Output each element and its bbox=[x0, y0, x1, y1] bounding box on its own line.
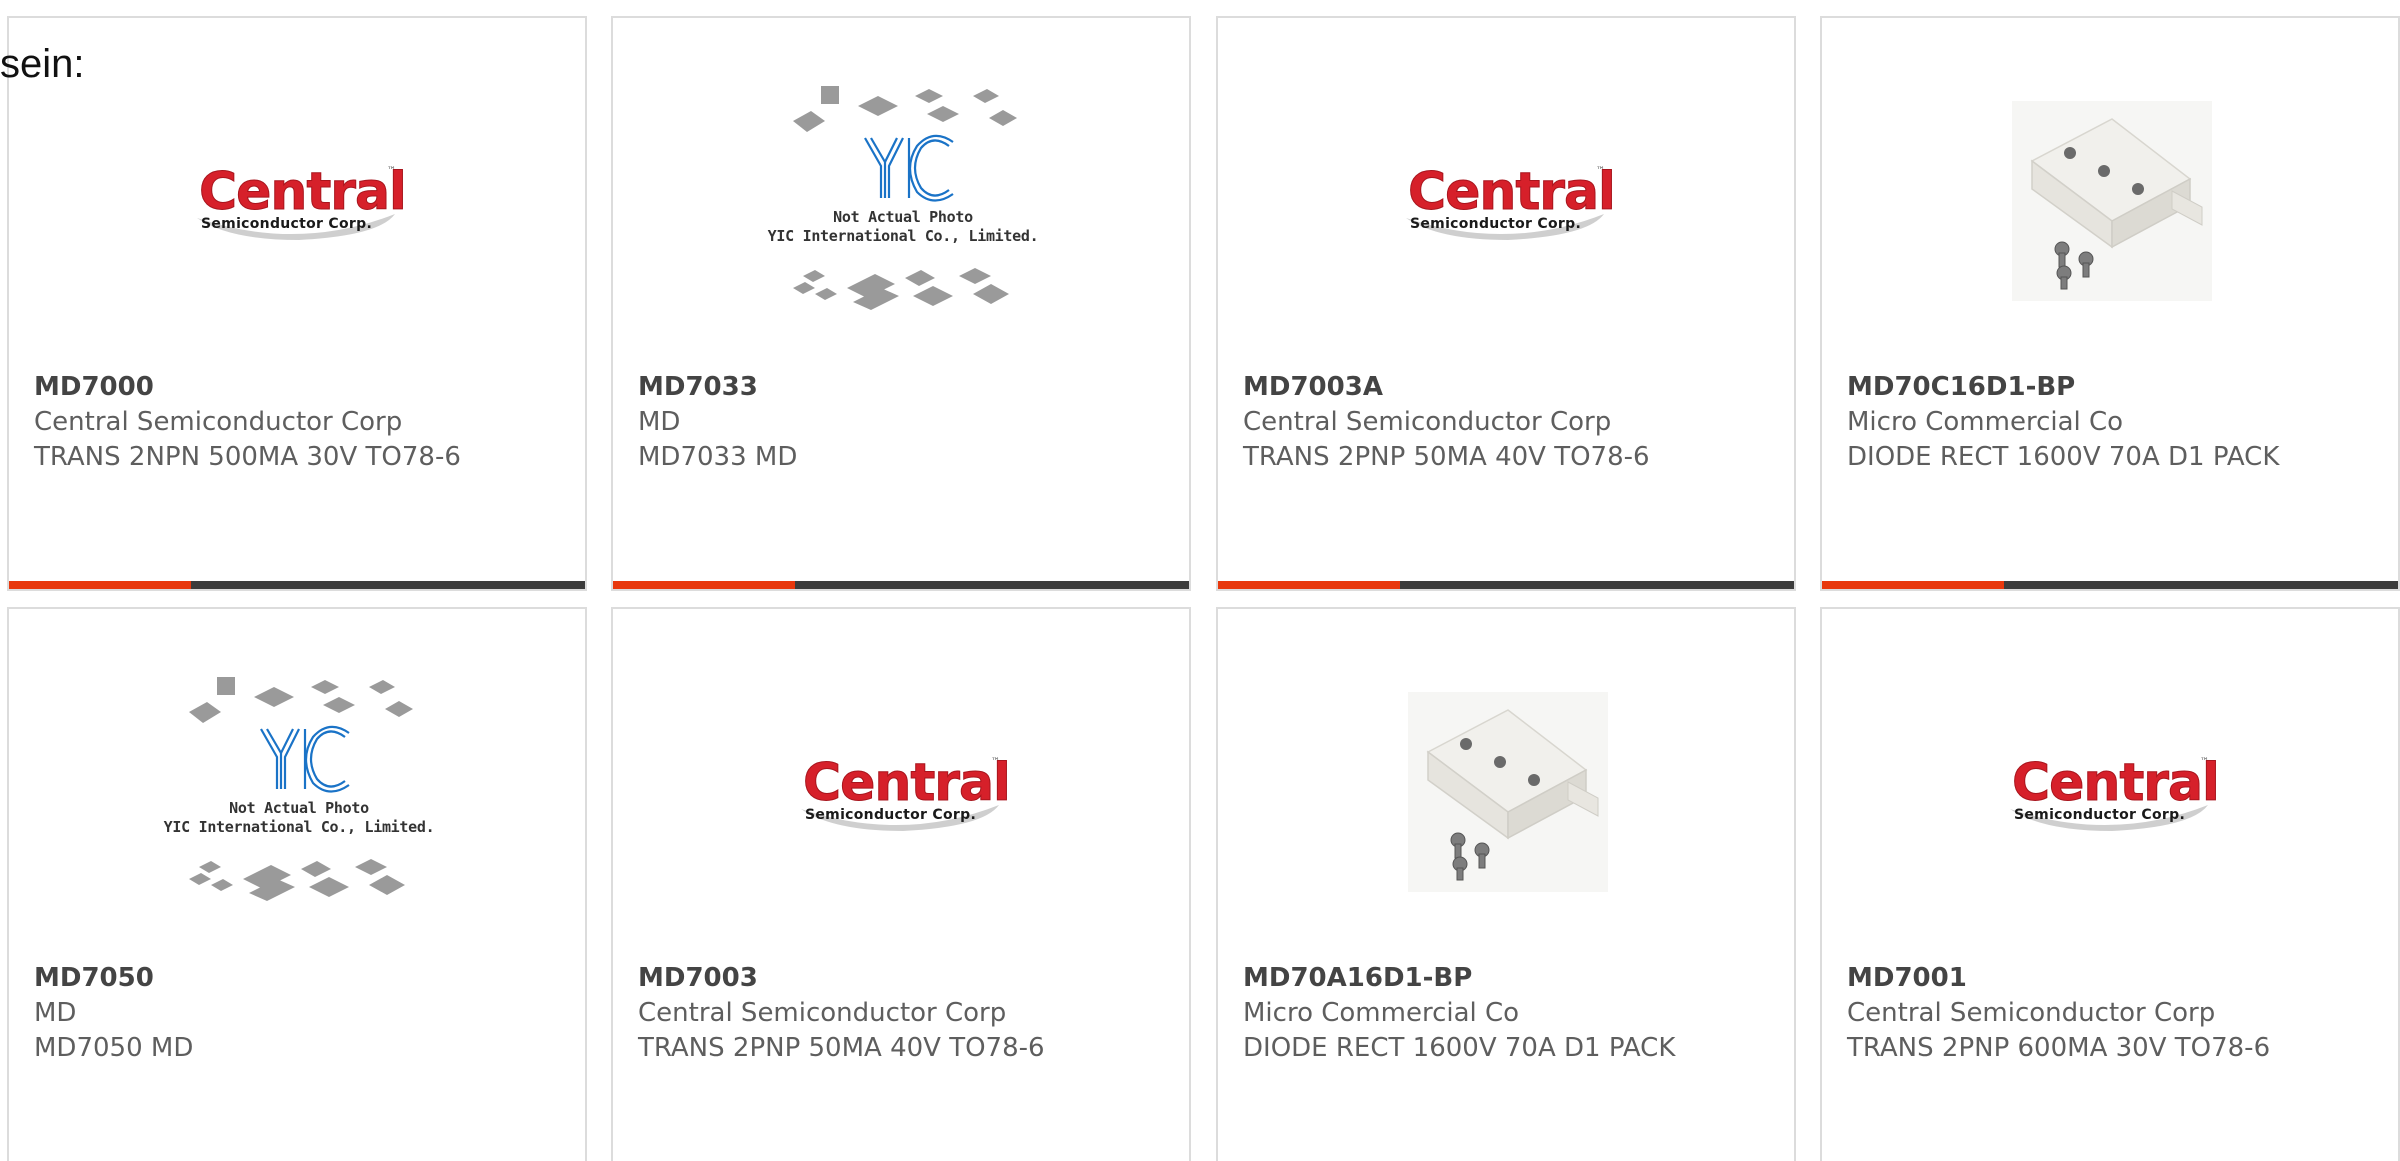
product-info: MD70A16D1-BP Micro Commercial Co DIODE REC… bbox=[1243, 961, 1784, 1066]
central-logo-word: Central bbox=[2012, 753, 2221, 813]
product-image[interactable]: Not Actual Photo YIC International Co., … bbox=[149, 657, 449, 927]
product-image[interactable] bbox=[1358, 657, 1658, 927]
product-description: TRANS 2PNP 600MA 30V TO78-6 bbox=[1847, 1033, 2271, 1063]
trademark-symbol: ™ bbox=[991, 757, 1000, 767]
central-logo-word: Central bbox=[199, 162, 408, 222]
placeholder-caption-line2: YIC International Co., Limited. bbox=[163, 818, 435, 836]
manufacturer-name: MD bbox=[34, 998, 77, 1028]
part-number[interactable]: MD7001 bbox=[1847, 961, 2388, 996]
product-card[interactable]: Central ™ Semiconductor Corp. MD7003 Cent… bbox=[611, 607, 1191, 1161]
card-bottom-bar bbox=[1822, 581, 2398, 589]
product-description: TRANS 2NPN 500MA 30V TO78-6 bbox=[34, 442, 461, 472]
central-logo-subtitle: Semiconductor Corp. bbox=[805, 807, 977, 823]
product-image[interactable]: Central ™ Semiconductor Corp. bbox=[1358, 66, 1658, 336]
part-number[interactable]: MD70A16D1-BP bbox=[1243, 961, 1784, 996]
part-number[interactable]: MD7003A bbox=[1243, 370, 1784, 405]
part-number[interactable]: MD7003 bbox=[638, 961, 1179, 996]
product-image[interactable]: Central ™ Semiconductor Corp. bbox=[753, 657, 1053, 927]
product-info: MD7050 MD MD7050 MD bbox=[34, 961, 575, 1066]
part-number[interactable]: MD7033 bbox=[638, 370, 1179, 405]
central-semiconductor-logo: Central ™ Semiconductor Corp. bbox=[793, 747, 1013, 837]
product-description: TRANS 2PNP 50MA 40V TO78-6 bbox=[638, 1033, 1045, 1063]
product-card[interactable]: MD70C16D1-BP Micro Commercial Co DIODE REC… bbox=[1820, 16, 2400, 591]
manufacturer-name: Micro Commercial Co bbox=[1243, 998, 1520, 1028]
manufacturer-name: MD bbox=[638, 407, 681, 437]
product-card[interactable]: Central ™ Semiconductor Corp. MD7000 Cent… bbox=[7, 16, 587, 591]
product-info: MD7003 Central Semiconductor Corp TRANS 2P… bbox=[638, 961, 1179, 1066]
card-bottom-bar bbox=[613, 581, 1189, 589]
manufacturer-name: Micro Commercial Co bbox=[1847, 407, 2124, 437]
diode-module-photo bbox=[1408, 692, 1608, 892]
product-info: MD7001 Central Semiconductor Corp TRANS 2P… bbox=[1847, 961, 2388, 1066]
manufacturer-name: Central Semiconductor Corp bbox=[1243, 407, 1612, 437]
product-image[interactable]: Not Actual Photo YIC International Co., … bbox=[753, 66, 1053, 336]
central-logo-subtitle: Semiconductor Corp. bbox=[2014, 807, 2186, 823]
manufacturer-name: Central Semiconductor Corp bbox=[34, 407, 403, 437]
part-number[interactable]: MD7050 bbox=[34, 961, 575, 996]
central-logo-word: Central bbox=[1408, 162, 1617, 222]
product-description: MD7033 MD bbox=[638, 442, 798, 472]
product-image[interactable]: Central ™ Semiconductor Corp. bbox=[149, 66, 449, 336]
placeholder-caption-line2: YIC International Co., Limited. bbox=[767, 227, 1039, 245]
yic-placeholder-image: Not Actual Photo YIC International Co., … bbox=[763, 76, 1043, 326]
product-card[interactable]: Not Actual Photo YIC International Co., … bbox=[611, 16, 1191, 591]
part-number[interactable]: MD70C16D1-BP bbox=[1847, 370, 2388, 405]
central-semiconductor-logo: Central ™ Semiconductor Corp. bbox=[2002, 747, 2222, 837]
card-accent-bar bbox=[1822, 581, 2004, 589]
central-logo-word: Central bbox=[803, 753, 1012, 813]
product-image[interactable]: Central ™ Semiconductor Corp. bbox=[1962, 657, 2262, 927]
product-card[interactable]: Central ™ Semiconductor Corp. MD7003A Cen… bbox=[1216, 16, 1796, 591]
product-description: DIODE RECT 1600V 70A D1 PACK bbox=[1243, 1033, 1676, 1063]
product-info: MD70C16D1-BP Micro Commercial Co DIODE REC… bbox=[1847, 370, 2388, 475]
trademark-symbol: ™ bbox=[387, 166, 396, 176]
manufacturer-name: Central Semiconductor Corp bbox=[638, 998, 1007, 1028]
diode-module-photo bbox=[2012, 101, 2212, 301]
product-info: MD7003A Central Semiconductor Corp TRANS 2… bbox=[1243, 370, 1784, 475]
product-info: MD7033 MD MD7033 MD bbox=[638, 370, 1179, 475]
product-image[interactable] bbox=[1962, 66, 2262, 336]
product-card[interactable]: Central ™ Semiconductor Corp. MD7001 Cent… bbox=[1820, 607, 2400, 1161]
central-semiconductor-logo: Central ™ Semiconductor Corp. bbox=[189, 156, 409, 246]
product-card[interactable]: MD70A16D1-BP Micro Commercial Co DIODE REC… bbox=[1216, 607, 1796, 1161]
product-description: TRANS 2PNP 50MA 40V TO78-6 bbox=[1243, 442, 1650, 472]
product-description: MD7050 MD bbox=[34, 1033, 194, 1063]
product-description: DIODE RECT 1600V 70A D1 PACK bbox=[1847, 442, 2280, 472]
card-accent-bar bbox=[9, 581, 191, 589]
product-card[interactable]: Not Actual Photo YIC International Co., … bbox=[7, 607, 587, 1161]
central-logo-subtitle: Semiconductor Corp. bbox=[1410, 216, 1582, 232]
yic-placeholder-image: Not Actual Photo YIC International Co., … bbox=[159, 667, 439, 917]
central-logo-subtitle: Semiconductor Corp. bbox=[201, 216, 373, 232]
intro-text: sein: bbox=[0, 42, 85, 86]
product-grid-page: sein: Central ™ Semiconductor Corp. MD70… bbox=[0, 0, 2400, 1161]
manufacturer-name: Central Semiconductor Corp bbox=[1847, 998, 2216, 1028]
trademark-symbol: ™ bbox=[2200, 757, 2209, 767]
card-bottom-bar bbox=[1218, 581, 1794, 589]
card-accent-bar bbox=[1218, 581, 1400, 589]
card-accent-bar bbox=[613, 581, 795, 589]
product-info: MD7000 Central Semiconductor Corp TRANS 2N… bbox=[34, 370, 575, 475]
placeholder-caption-line1: Not Actual Photo bbox=[833, 208, 973, 226]
placeholder-caption-line1: Not Actual Photo bbox=[229, 799, 369, 817]
card-bottom-bar bbox=[9, 581, 585, 589]
central-semiconductor-logo: Central ™ Semiconductor Corp. bbox=[1398, 156, 1618, 246]
part-number[interactable]: MD7000 bbox=[34, 370, 575, 405]
trademark-symbol: ™ bbox=[1596, 166, 1605, 176]
